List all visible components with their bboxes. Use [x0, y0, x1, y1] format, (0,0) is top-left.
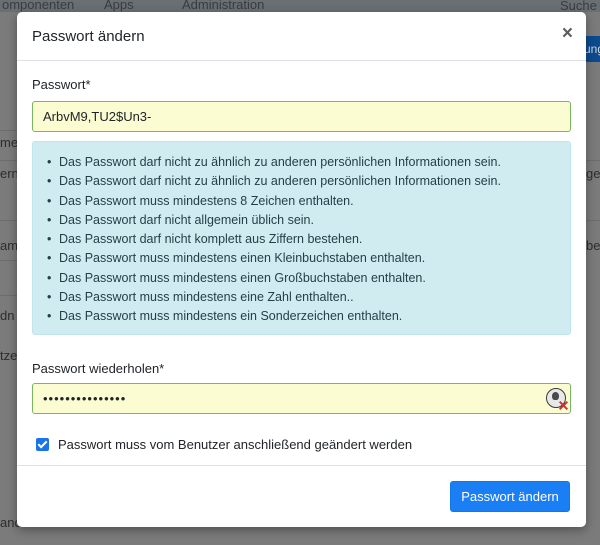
background-divider — [0, 220, 17, 221]
requirement-item: Das Passwort muss mindestens einen Klein… — [47, 249, 501, 268]
dialog-title: Passwort ändern — [32, 28, 145, 45]
password-requirements-alert: Das Passwort darf nicht zu ähnlich zu an… — [32, 141, 571, 335]
requirement-item: Das Passwort muss mindestens einen Großb… — [47, 269, 501, 288]
dialog-header: Passwort ändern × — [17, 12, 586, 61]
nav-item-apps: Apps — [104, 0, 134, 12]
background-text: ber — [586, 238, 600, 253]
background-text: ge — [586, 166, 600, 181]
background-navbar: omponenten Apps Administration Suche — [0, 0, 600, 13]
requirement-item: Das Passwort darf nicht zu ähnlich zu an… — [47, 153, 501, 172]
nav-item-komponenten: omponenten — [2, 0, 75, 12]
must-change-checkbox[interactable] — [36, 438, 49, 451]
dialog-footer: Passwort ändern — [17, 465, 586, 527]
repeat-password-label: Passwort wiederholen* — [32, 361, 165, 376]
requirement-item: Das Passwort darf nicht komplett aus Zif… — [47, 230, 501, 249]
background-text: dn — [0, 308, 15, 323]
background-text: am — [0, 238, 19, 253]
change-password-button[interactable]: Passwort ändern — [450, 481, 570, 512]
background-divider — [586, 160, 600, 161]
background-divider — [0, 160, 17, 161]
requirement-item: Das Passwort darf nicht allgemein üblich… — [47, 211, 501, 230]
background-divider — [0, 130, 17, 131]
close-button[interactable]: × — [562, 23, 573, 45]
password-label: Passwort* — [32, 77, 91, 92]
password-manager-icon[interactable] — [546, 388, 566, 408]
background-divider — [0, 260, 17, 261]
repeat-password-input[interactable]: ••••••••••••••• — [32, 383, 571, 414]
repeat-password-value: ••••••••••••••• — [43, 391, 127, 406]
nav-item-administration: Administration — [182, 0, 265, 12]
password-input[interactable]: ArbvM9,TU2$Un3- — [32, 101, 571, 132]
must-change-label: Passwort muss vom Benutzer anschließend … — [58, 437, 413, 452]
requirement-item: Das Passwort muss mindestens 8 Zeichen e… — [47, 192, 501, 211]
requirement-item: Das Passwort darf nicht zu ähnlich zu an… — [47, 172, 501, 191]
requirement-item: Das Passwort muss mindestens ein Sonderz… — [47, 307, 501, 326]
change-password-dialog: Passwort ändern × Passwort* ArbvM9,TU2$U… — [17, 12, 586, 527]
requirement-item: Das Passwort muss mindestens eine Zahl e… — [47, 288, 501, 307]
background-divider — [586, 220, 600, 221]
requirements-list: Das Passwort darf nicht zu ähnlich zu an… — [47, 153, 501, 327]
background-button: ung — [584, 36, 600, 62]
background-text: me — [0, 135, 19, 150]
background-text: ern — [0, 166, 19, 181]
background-divider — [0, 295, 17, 296]
